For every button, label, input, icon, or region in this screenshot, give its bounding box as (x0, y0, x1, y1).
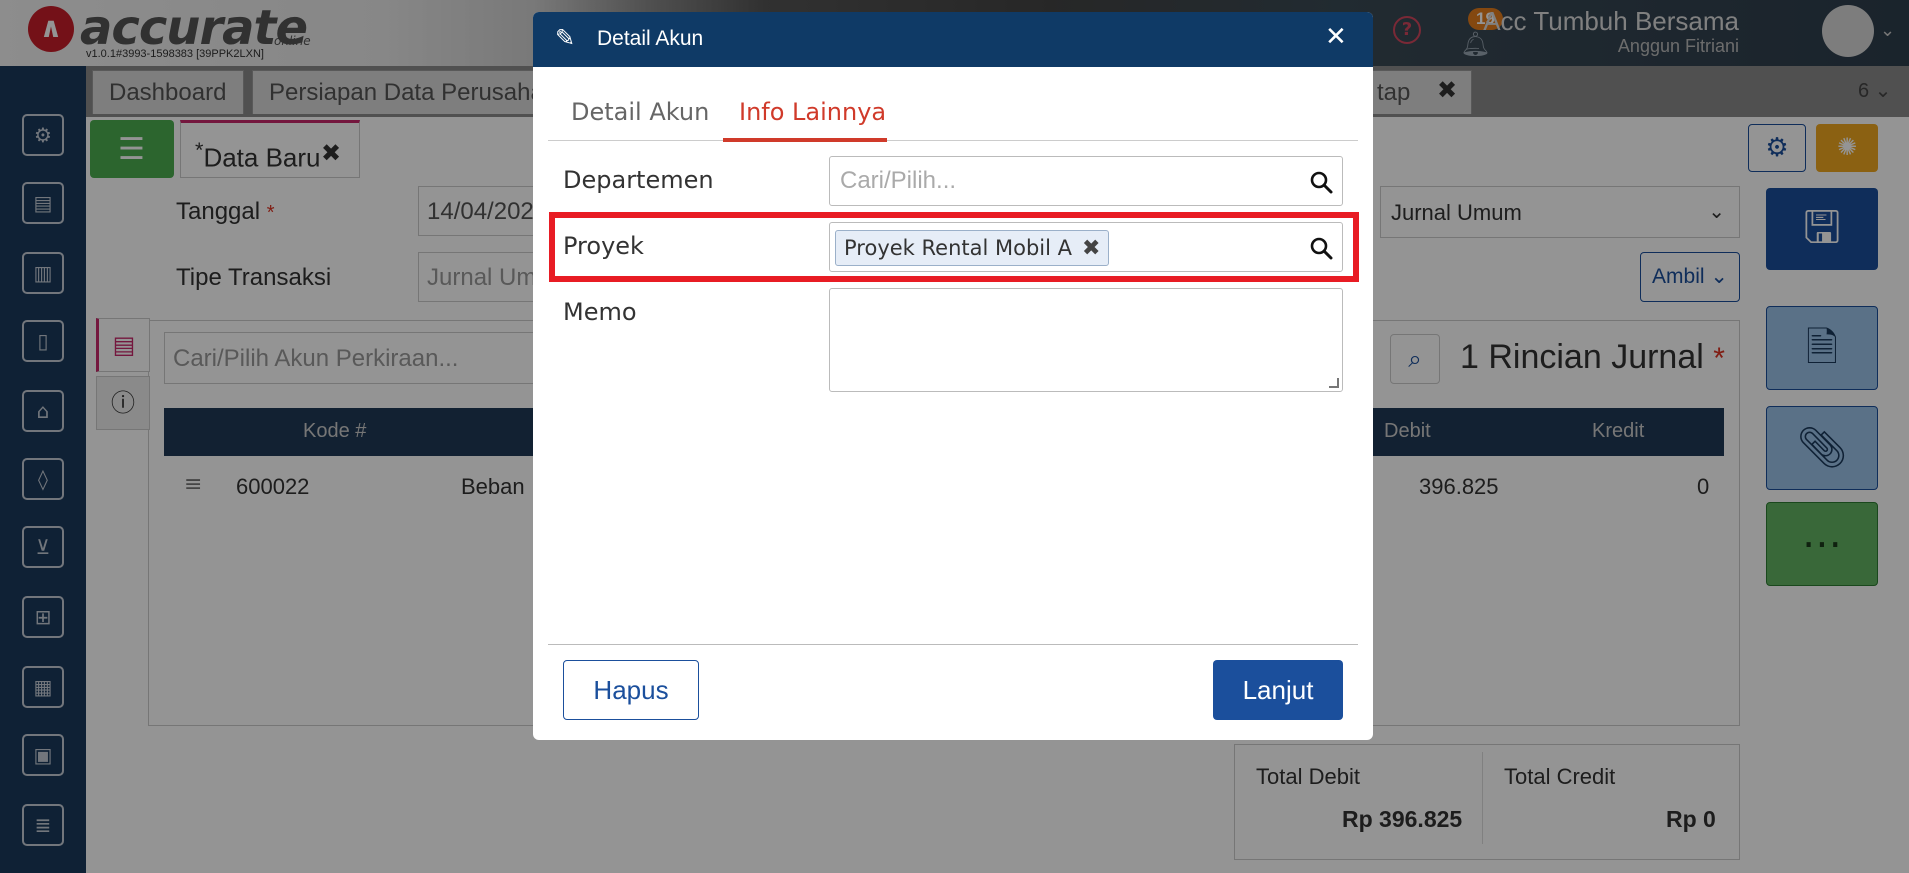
pencil-icon: ✎ (555, 24, 576, 52)
lanjut-button[interactable]: Lanjut (1213, 660, 1343, 720)
departemen-placeholder: Cari/Pilih... (840, 167, 957, 194)
memo-label: Memo (563, 298, 637, 326)
tab-info-lainnya[interactable]: Info Lainnya (739, 98, 886, 126)
hapus-button[interactable]: Hapus (563, 660, 699, 720)
modal-header: ✎ Detail Akun ✕ (533, 12, 1373, 67)
active-tab-indicator (723, 138, 887, 142)
proyek-chip-label: Proyek Rental Mobil A (844, 236, 1072, 260)
departemen-label: Departemen (563, 166, 714, 194)
search-icon[interactable] (1308, 169, 1334, 195)
resize-handle-icon[interactable] (1329, 378, 1339, 388)
proyek-selected-chip: Proyek Rental Mobil A ✖ (835, 230, 1110, 266)
remove-chip-icon[interactable]: ✖ (1082, 236, 1100, 261)
memo-textarea[interactable] (829, 288, 1343, 392)
departemen-input[interactable]: Cari/Pilih... (829, 156, 1343, 206)
tab-detail-akun[interactable]: Detail Akun (571, 98, 709, 126)
detail-akun-modal: ✎ Detail Akun ✕ Detail Akun Info Lainnya… (533, 12, 1373, 740)
proyek-label: Proyek (563, 232, 644, 260)
close-icon[interactable]: ✕ (1325, 22, 1347, 52)
footer-divider (548, 644, 1358, 645)
modal-title: Detail Akun (597, 27, 704, 50)
search-icon[interactable] (1308, 235, 1334, 261)
proyek-input[interactable]: Proyek Rental Mobil A ✖ (829, 222, 1343, 272)
tab-divider (548, 140, 1358, 141)
